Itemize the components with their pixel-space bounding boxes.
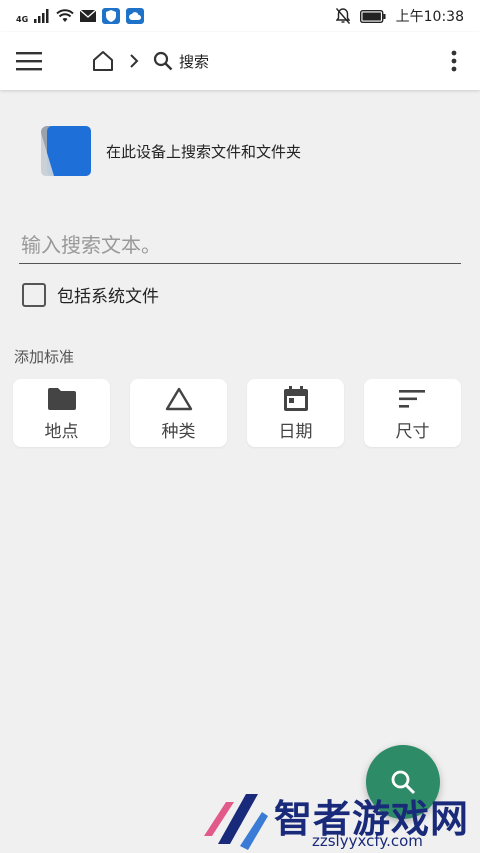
status-left: 4G — [16, 8, 145, 24]
criteria-label: 种类 — [161, 421, 196, 442]
mute-bell-icon — [335, 8, 350, 24]
watermark-url: zzslyyxcfy.com — [312, 832, 423, 850]
wifi-icon — [56, 9, 74, 22]
criteria-kind-button[interactable]: 种类 — [130, 379, 227, 447]
mail-icon — [80, 10, 97, 22]
search-input[interactable] — [19, 226, 461, 264]
shield-app-icon — [102, 8, 121, 24]
battery-icon — [359, 9, 386, 23]
chevron-right-icon — [127, 46, 141, 76]
criteria-location-button[interactable]: 地点 — [13, 379, 110, 447]
more-vert-icon[interactable] — [444, 46, 464, 76]
status-right: 上午10:38 — [335, 6, 464, 26]
device-storage-icon — [40, 125, 92, 177]
network-type: 4G — [16, 15, 29, 24]
breadcrumb-label: 搜索 — [179, 52, 210, 71]
status-bar: 4G 上午10:38 — [0, 0, 480, 32]
criteria-label: 地点 — [44, 421, 79, 442]
search-scope: 在此设备上搜索文件和文件夹 — [40, 125, 301, 177]
clock: 上午10:38 — [395, 9, 464, 25]
criteria-section-label: 添加标准 — [14, 348, 75, 366]
app-bar: 搜索 — [0, 32, 480, 90]
criteria-size-button[interactable]: 尺寸 — [364, 379, 461, 447]
menu-icon[interactable] — [14, 46, 44, 76]
cloud-app-icon — [126, 8, 145, 24]
folder-icon — [47, 385, 77, 413]
watermark-logo — [204, 794, 268, 850]
include-system-label: 包括系统文件 — [57, 287, 159, 307]
watermark: 智者游戏网 zzslyyxcfy.com — [200, 786, 480, 853]
criteria-label: 日期 — [278, 421, 313, 442]
signal-icon — [34, 9, 49, 23]
scope-text: 在此设备上搜索文件和文件夹 — [106, 142, 302, 161]
include-system-checkbox[interactable] — [22, 282, 46, 307]
triangle-icon — [164, 385, 194, 413]
calendar-icon — [281, 385, 311, 413]
criteria-list: 地点 种类 日期 尺寸 — [13, 379, 461, 447]
home-icon[interactable] — [91, 46, 115, 76]
criteria-label: 尺寸 — [395, 421, 430, 442]
criteria-date-button[interactable]: 日期 — [247, 379, 344, 447]
breadcrumb-search[interactable]: 搜索 — [153, 51, 209, 72]
sort-lines-icon — [398, 385, 428, 413]
search-icon — [153, 51, 173, 71]
include-system-files[interactable]: 包括系统文件 — [22, 282, 159, 307]
